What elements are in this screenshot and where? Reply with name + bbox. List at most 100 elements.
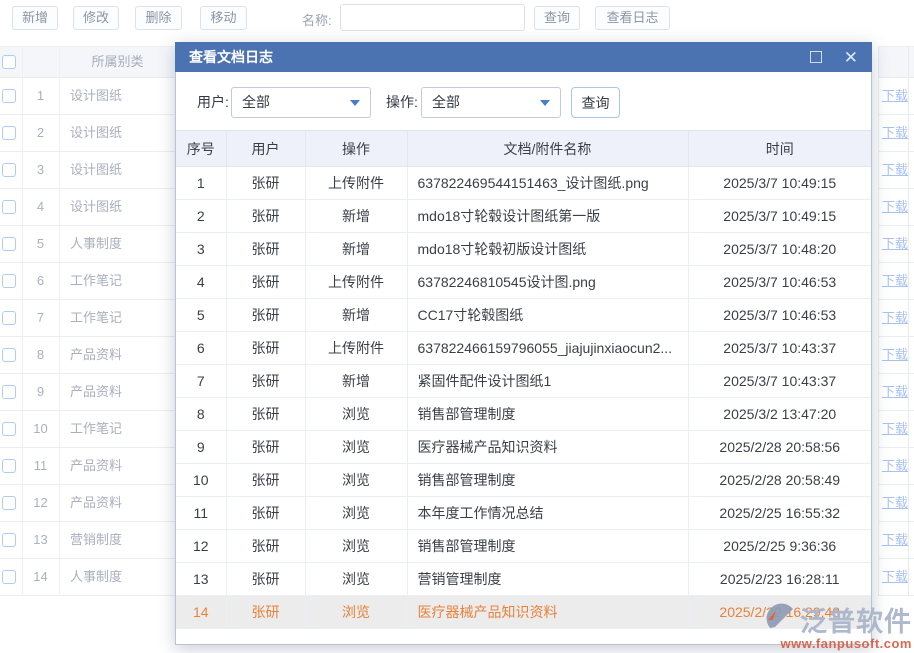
download-link[interactable]: 下载 (882, 189, 908, 225)
row-checkbox[interactable] (2, 126, 16, 140)
row-checkbox[interactable] (2, 385, 16, 399)
row-checkbox[interactable] (2, 237, 16, 251)
row-index: 14 (22, 559, 59, 595)
download-link[interactable]: 下载 (882, 374, 908, 410)
download-link[interactable]: 下载 (882, 115, 908, 151)
row-checkbox[interactable] (2, 348, 16, 362)
background-table-row[interactable]: 2设计图纸 (0, 115, 176, 152)
dialog-titlebar[interactable]: 查看文档日志 ✕ (175, 42, 872, 72)
log-table-row[interactable]: 3张研新增mdo18寸轮毂初版设计图纸2025/3/7 10:48:20 (176, 233, 871, 266)
background-table-row[interactable]: 3设计图纸 (0, 152, 176, 189)
log-cell-name: 本年度工作情况总结 (407, 497, 688, 530)
user-filter-select[interactable]: 全部 (231, 87, 371, 118)
view-log-button[interactable]: 查看日志 (595, 6, 670, 30)
log-table-row[interactable]: 12张研浏览销售部管理制度2025/2/25 9:36:36 (176, 530, 871, 563)
row-index: 8 (22, 337, 59, 373)
row-index: 12 (22, 485, 59, 521)
row-checkbox[interactable] (2, 311, 16, 325)
log-cell-index: 13 (176, 563, 226, 596)
log-cell-name: 637822469544151463_设计图纸.png (407, 167, 688, 200)
log-cell-time: 2025/2/25 16:55:32 (688, 497, 871, 530)
log-column-header: 操作 (305, 131, 407, 167)
download-link[interactable]: 下载 (882, 411, 908, 447)
background-table-rows: 1设计图纸2设计图纸3设计图纸4设计图纸5人事制度6工作笔记7工作笔记8产品资料… (0, 78, 176, 596)
log-cell-user: 张研 (226, 233, 305, 266)
dialog-title: 查看文档日志 (189, 47, 273, 67)
background-table-row[interactable]: 12产品资料 (0, 485, 176, 522)
row-index: 2 (22, 115, 59, 151)
log-cell-user: 张研 (226, 332, 305, 365)
log-query-button[interactable]: 查询 (571, 87, 620, 118)
log-table-row[interactable]: 13张研浏览营销管理制度2025/2/23 16:28:11 (176, 563, 871, 596)
download-link[interactable]: 下载 (882, 522, 908, 558)
background-table-row[interactable]: 14人事制度 (0, 559, 176, 596)
edit-button[interactable]: 修改 (73, 6, 119, 30)
operation-filter-select[interactable]: 全部 (421, 87, 561, 118)
log-cell-name: mdo18寸轮毂设计图纸第一版 (407, 200, 688, 233)
row-index: 4 (22, 189, 59, 225)
add-button[interactable]: 新增 (12, 6, 58, 30)
log-cell-time: 2025/3/7 10:49:15 (688, 167, 871, 200)
log-table-row[interactable]: 8张研浏览销售部管理制度2025/3/2 13:47:20 (176, 398, 871, 431)
background-table-row[interactable]: 10工作笔记 (0, 411, 176, 448)
download-link[interactable]: 下载 (882, 337, 908, 373)
row-checkbox[interactable] (2, 163, 16, 177)
log-table-row[interactable]: 2张研新增mdo18寸轮毂设计图纸第一版2025/3/7 10:49:15 (176, 200, 871, 233)
log-cell-name: 637822466159796055_jiajujinxiaocun2... (407, 332, 688, 365)
log-table-row[interactable]: 7张研新增紧固件配件设计图纸12025/3/7 10:43:37 (176, 365, 871, 398)
background-table-row[interactable]: 13营销制度 (0, 522, 176, 559)
background-table-row[interactable]: 9产品资料 (0, 374, 176, 411)
log-cell-user: 张研 (226, 398, 305, 431)
background-table-row[interactable]: 4设计图纸 (0, 189, 176, 226)
download-link[interactable]: 下载 (882, 226, 908, 262)
name-input[interactable] (340, 4, 525, 31)
download-link[interactable]: 下载 (882, 300, 908, 336)
row-category: 工作笔记 (70, 411, 122, 447)
log-cell-name: CC17寸轮毂图纸 (407, 299, 688, 332)
download-link[interactable]: 下载 (882, 152, 908, 188)
log-cell-time: 2025/3/7 10:49:15 (688, 200, 871, 233)
row-checkbox[interactable] (2, 422, 16, 436)
background-table-row[interactable]: 6工作笔记 (0, 263, 176, 300)
row-checkbox[interactable] (2, 533, 16, 547)
download-link[interactable]: 下载 (882, 485, 908, 521)
download-link[interactable]: 下载 (882, 559, 908, 595)
log-table-row[interactable]: 1张研上传附件637822469544151463_设计图纸.png2025/3… (176, 167, 871, 200)
row-checkbox[interactable] (2, 200, 16, 214)
row-checkbox[interactable] (2, 570, 16, 584)
row-checkbox[interactable] (2, 274, 16, 288)
row-checkbox[interactable] (2, 89, 16, 103)
row-category: 工作笔记 (70, 300, 122, 336)
log-table-row[interactable]: 5张研新增CC17寸轮毂图纸2025/3/7 10:46:53 (176, 299, 871, 332)
background-table-row[interactable]: 5人事制度 (0, 226, 176, 263)
log-filter-bar: 用户: 全部 操作: 全部 查询 (176, 73, 871, 130)
log-table-row[interactable]: 10张研浏览销售部管理制度2025/2/28 20:58:49 (176, 464, 871, 497)
maximize-icon[interactable] (810, 51, 822, 63)
download-link[interactable]: 下载 (882, 263, 908, 299)
select-all-checkbox[interactable] (2, 55, 16, 69)
query-button[interactable]: 查询 (534, 6, 580, 30)
background-table-row[interactable]: 8产品资料 (0, 337, 176, 374)
log-cell-operation: 上传附件 (305, 167, 407, 200)
background-table-row[interactable]: 7工作笔记 (0, 300, 176, 337)
move-button[interactable]: 移动 (200, 6, 247, 30)
log-cell-time: 2025/3/7 10:46:53 (688, 266, 871, 299)
log-table-row[interactable]: 9张研浏览医疗器械产品知识资料2025/2/28 20:58:56 (176, 431, 871, 464)
close-icon[interactable]: ✕ (844, 49, 858, 66)
log-cell-operation: 新增 (305, 365, 407, 398)
download-link[interactable]: 下载 (882, 448, 908, 484)
log-table-row[interactable]: 4张研上传附件63782246810545设计图.png2025/3/7 10:… (176, 266, 871, 299)
download-link[interactable]: 下载 (882, 78, 908, 114)
background-table-row[interactable]: 11产品资料 (0, 448, 176, 485)
row-checkbox[interactable] (2, 459, 16, 473)
log-cell-index: 4 (176, 266, 226, 299)
row-category: 营销制度 (70, 522, 122, 558)
background-table-header: 所属别类 (0, 46, 176, 78)
background-table-row[interactable]: 1设计图纸 (0, 78, 176, 115)
log-table-row[interactable]: 6张研上传附件637822466159796055_jiajujinxiaocu… (176, 332, 871, 365)
log-cell-user: 张研 (226, 596, 305, 629)
delete-button[interactable]: 删除 (135, 6, 182, 30)
row-checkbox[interactable] (2, 496, 16, 510)
log-table-row[interactable]: 11张研浏览本年度工作情况总结2025/2/25 16:55:32 (176, 497, 871, 530)
row-index: 5 (22, 226, 59, 262)
